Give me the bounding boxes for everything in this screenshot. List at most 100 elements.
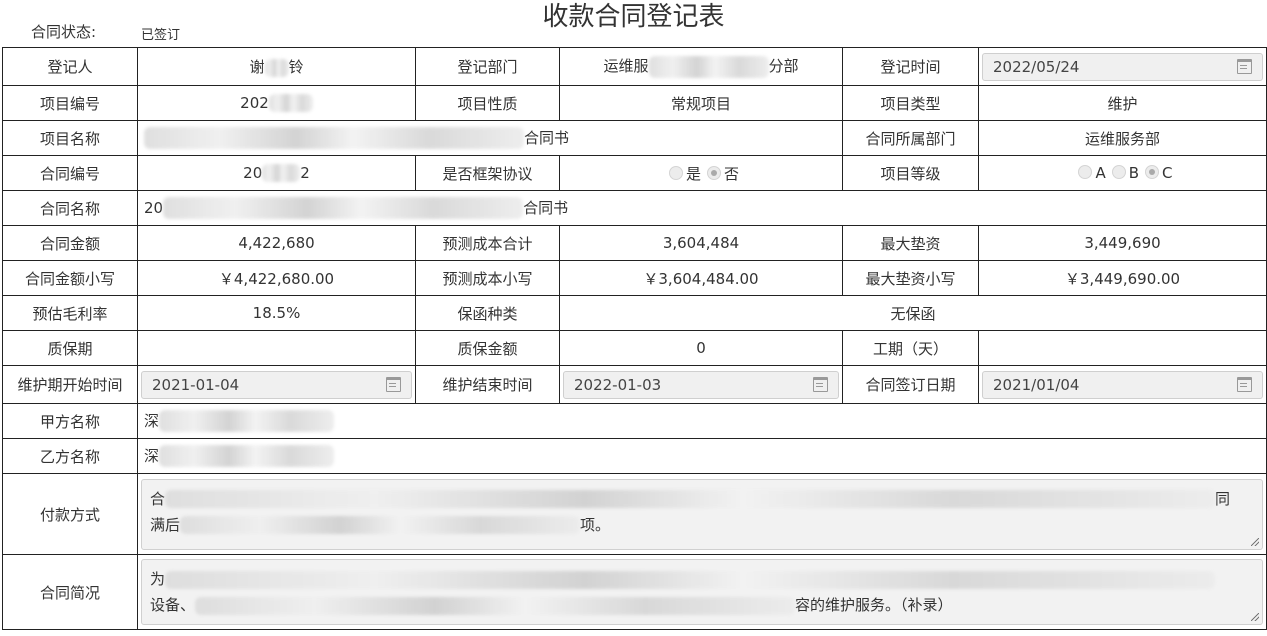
cost-total-label: 预测成本合计 (415, 225, 560, 261)
project-no-head: 202 (240, 93, 269, 112)
warranty-amount-value: 0 (559, 330, 843, 366)
contract-name-label: 合同名称 (2, 190, 138, 226)
calendar-icon[interactable] (1237, 59, 1252, 74)
maint-start-cell: 2021-01-04 (137, 365, 416, 404)
table-row: 登记人 谢铃 登记部门 运维服 分部 登记时间 2022/05/24 (2, 47, 1267, 86)
summary-cell: 为 设备、 容的维护服务。（补录） (137, 554, 1267, 630)
redacted-text (144, 127, 524, 150)
contract-no-value: 20 2 (137, 155, 416, 191)
table-row: 付款方式 合同 满后 项。 (2, 473, 1267, 555)
project-level-label: 项目等级 (842, 155, 979, 191)
project-level-radio-group: A B C (978, 155, 1267, 191)
payment-line1-head: 合 (150, 489, 166, 508)
amount-label: 合同金额 (2, 225, 138, 261)
calendar-icon[interactable] (813, 377, 828, 392)
party-a-label: 甲方名称 (2, 403, 138, 439)
max-advance-label: 最大垫资 (842, 225, 979, 261)
table-row: 维护期开始时间 2021-01-04 维护结束时间 2022-01-03 合同签… (2, 365, 1267, 404)
maint-end-input[interactable]: 2022-01-03 (563, 370, 839, 399)
payment-cell: 合 同 满后 项。 (137, 473, 1267, 555)
duration-label: 工期（天） (842, 330, 979, 366)
summary-line2-head: 设备、 (150, 596, 196, 614)
resize-handle-icon[interactable] (1251, 537, 1259, 546)
table-row: 项目编号 202 项目性质 常规项目 项目类型 维护 (2, 85, 1267, 121)
reg-time-input[interactable]: 2022/05/24 (982, 52, 1263, 81)
summary-line-1: 为 (150, 566, 1254, 592)
guarantee-type-label: 保函种类 (415, 295, 560, 331)
project-no-value: 202 (137, 85, 416, 121)
table-row: 乙方名称 深 (2, 438, 1267, 474)
dept-value-head: 运维服 (603, 57, 649, 76)
project-no-label: 项目编号 (2, 85, 138, 121)
registrant-name-head: 谢 (249, 58, 265, 76)
gross-margin-value: 18.5% (137, 295, 416, 331)
table-row: 项目名称 合同书 合同所属部门 运维服务部 (2, 120, 1267, 156)
calendar-icon[interactable] (1237, 377, 1252, 392)
table-row: 合同名称 20 合同书 (2, 190, 1267, 226)
project-type-label: 项目类型 (842, 85, 979, 121)
warranty-period-value (137, 330, 416, 366)
contract-no-head: 20 (243, 163, 263, 182)
level-b-radio[interactable] (1111, 165, 1126, 179)
registrant-label: 登记人 (2, 47, 138, 86)
level-c-label: C (1162, 164, 1173, 182)
sign-date-input[interactable]: 2021/01/04 (982, 370, 1263, 399)
max-advance-small-value: ￥3,449,690.00 (978, 260, 1267, 296)
project-name-label: 项目名称 (2, 120, 138, 156)
sign-date-cell: 2021/01/04 (978, 365, 1267, 404)
project-nature-value: 常规项目 (559, 85, 843, 121)
level-a-label: A (1095, 164, 1106, 182)
summary-line2-tail: 容的维护服务。（补录） (795, 596, 953, 614)
summary-textarea[interactable]: 为 设备、 容的维护服务。（补录） (141, 559, 1263, 625)
level-c-radio[interactable] (1145, 165, 1160, 179)
redacted-text (165, 570, 1216, 589)
party-a-head: 深 (144, 411, 160, 430)
table-row: 合同简况 为 设备、 容的维护服务。（补录） (2, 554, 1267, 630)
framework-yes-label: 是 (685, 164, 701, 183)
payment-line2-tail: 项。 (580, 515, 611, 534)
payment-line-2: 满后 项。 (150, 512, 1254, 538)
framework-no-label: 否 (724, 164, 740, 183)
level-a-radio[interactable] (1078, 165, 1093, 179)
project-nature-label: 项目性质 (415, 85, 560, 121)
maint-end-value: 2022-01-03 (574, 375, 662, 394)
summary-line-2: 设备、 容的维护服务。（补录） (150, 592, 1254, 618)
reg-time-cell: 2022/05/24 (978, 47, 1267, 86)
framework-radio-group: 是否 (559, 155, 843, 191)
payment-textarea[interactable]: 合 同 满后 项。 (141, 478, 1263, 550)
framework-label: 是否框架协议 (415, 155, 560, 191)
contract-dept-label: 合同所属部门 (842, 120, 979, 156)
party-a-value: 深 (137, 403, 1267, 439)
contract-name-tail: 合同书 (523, 198, 569, 217)
table-row: 合同金额 4,422,680 预测成本合计 3,604,484 最大垫资 3,4… (2, 225, 1267, 261)
resize-handle-icon[interactable] (1251, 613, 1259, 621)
calendar-icon[interactable] (386, 377, 401, 392)
maint-start-input[interactable]: 2021-01-04 (141, 370, 412, 399)
reg-time-label: 登记时间 (842, 47, 979, 86)
maint-end-label: 维护结束时间 (415, 365, 560, 404)
party-b-label: 乙方名称 (2, 438, 138, 474)
warranty-amount-label: 质保金额 (415, 330, 560, 366)
framework-yes-radio[interactable] (668, 165, 683, 180)
payment-line1-tail: 同 (1215, 489, 1231, 508)
warranty-period-label: 质保期 (2, 330, 138, 366)
summary-line1-head: 为 (150, 570, 166, 588)
registrant-value: 谢铃 (137, 47, 416, 86)
reg-time-value: 2022/05/24 (993, 57, 1080, 76)
redacted-text (264, 58, 289, 77)
dept-value-tail: 分部 (768, 57, 799, 76)
table-row: 质保期 质保金额 0 工期（天） (2, 330, 1267, 366)
sign-date-label: 合同签订日期 (842, 365, 979, 404)
contract-name-value: 20 合同书 (137, 190, 1267, 226)
party-b-value: 深 (137, 438, 1267, 474)
framework-no-radio[interactable] (707, 165, 721, 180)
redacted-text (159, 445, 335, 468)
table-row: 合同编号 20 2 是否框架协议 是否 项目等级 ABC (2, 155, 1267, 191)
dept-label: 登记部门 (415, 47, 560, 86)
max-advance-small-label: 最大垫资小写 (842, 260, 979, 296)
contract-form-table: 登记人 谢铃 登记部门 运维服 分部 登记时间 2022/05/24 项目编号 2… (2, 47, 1267, 630)
table-row: 甲方名称 深 (2, 403, 1267, 439)
contract-name-head: 20 (144, 198, 164, 217)
amount-value: 4,422,680 (137, 225, 416, 261)
page-title: 收款合同登记表 (542, 2, 725, 32)
